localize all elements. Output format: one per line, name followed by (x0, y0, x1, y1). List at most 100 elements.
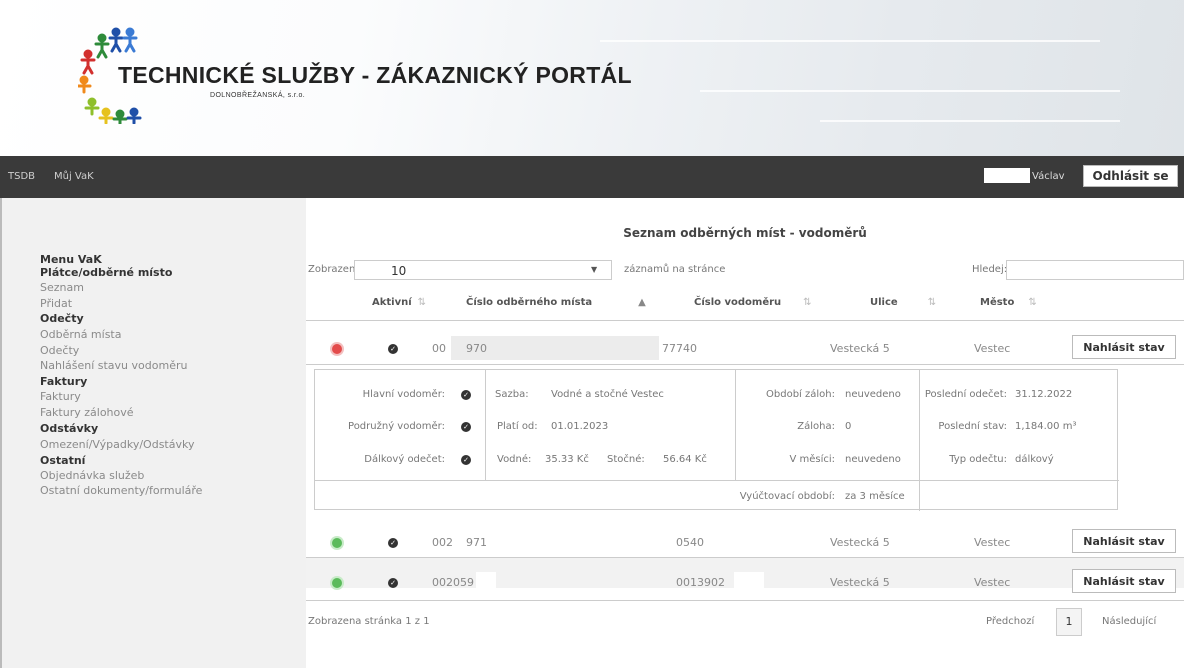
deposit-period-value: neuvedeno (845, 389, 901, 400)
sort-icon: ⇅ (417, 297, 427, 308)
reading-type-value: dálkový (1015, 454, 1054, 465)
last-reading-label: Poslední odečet: (924, 389, 1007, 400)
water-value: 35.33 Kč (545, 454, 589, 465)
user-name: Václav (1032, 171, 1065, 182)
column-header-cislo-mista[interactable]: Číslo odběrného místa ▲ (466, 297, 646, 308)
column-header-label: Ulice (870, 297, 898, 308)
search-input[interactable] (1006, 260, 1184, 280)
redaction-mask (896, 532, 920, 550)
billing-period-label: Vyúčtovací období: (739, 491, 835, 502)
report-state-button[interactable]: Nahlásit stav (1072, 529, 1176, 553)
sort-asc-icon: ▲ (638, 297, 646, 308)
column-header-label: Aktivní (372, 297, 412, 308)
sort-icon: ⇅ (1028, 297, 1037, 308)
sidebar-item-omezeni[interactable]: Omezení/Výpadky/Odstávky (40, 438, 194, 451)
billing-period-value: za 3 měsíce (845, 491, 905, 502)
detail-divider (315, 480, 1119, 481)
rate-value: Vodné a stočné Vestec (551, 389, 664, 400)
chevron-down-icon: ▼ (591, 265, 598, 274)
page-length-value: 10 (391, 264, 407, 278)
sort-icon: ⇅ (927, 297, 937, 308)
deposit-period-label: Období záloh: (766, 389, 835, 400)
sidebar-item-nahlaseni-stavu[interactable]: Nahlášení stavu vodoměru (40, 359, 187, 372)
user-name-redacted (984, 168, 1030, 183)
id-prefix: 00 (432, 342, 446, 355)
meter-number: 77740 (662, 342, 697, 355)
inactive-status-icon (332, 344, 342, 354)
sub-meter-label: Podružný vodoměr: (348, 421, 445, 432)
detail-divider (919, 370, 920, 511)
sewage-value: 56.64 Kč (663, 454, 707, 465)
sidebar-section-payer: Plátce/odběrné místo (40, 266, 173, 279)
active-status-icon (332, 538, 342, 548)
sidebar-item-ostatni-dokumenty[interactable]: Ostatní dokumenty/formuláře (40, 484, 202, 497)
meter-detail-panel: Hlavní vodoměr: ✓ Podružný vodoměr: ✓ Dá… (314, 369, 1119, 511)
sidebar: Menu VaK Plátce/odběrné místo Seznam Při… (2, 198, 306, 668)
id-prefix: 002059 (432, 576, 474, 589)
sidebar-section-faktury: Faktury (40, 375, 88, 388)
last-reading-value: 31.12.2022 (1015, 389, 1073, 400)
meter-number: 0013902 (676, 576, 725, 589)
banner-streak (700, 90, 1120, 92)
sidebar-item-faktury[interactable]: Faktury (40, 390, 81, 403)
id-suffix: 971 (466, 536, 487, 549)
sidebar-section-odecty: Odečty (40, 312, 84, 325)
meter-number: 0540 (676, 536, 704, 549)
length-suffix: záznamů na stránce (624, 264, 726, 275)
sidebar-item-faktury-zalohove[interactable]: Faktury zálohové (40, 406, 134, 419)
check-icon: ✓ (388, 578, 398, 588)
sidebar-item-pridat[interactable]: Přidat (40, 297, 72, 310)
city: Vestec (974, 576, 1011, 589)
detail-divider (735, 370, 736, 480)
sidebar-item-seznam[interactable]: Seznam (40, 281, 84, 294)
column-header-label: Číslo vodoměru (694, 297, 782, 308)
month-value: neuvedeno (845, 454, 901, 465)
redaction-mask (734, 572, 764, 590)
logout-button[interactable]: Odhlásit se (1083, 165, 1178, 187)
header-banner: TECHNICKÉ SLUŽBY - ZÁKAZNICKÝ PORTÁL DOL… (0, 0, 1184, 156)
last-state-label: Poslední stav: (938, 421, 1007, 432)
redaction-mask (900, 338, 920, 356)
city: Vestec (974, 342, 1011, 355)
page-length-select[interactable]: 10 ▼ (354, 260, 612, 280)
column-header-mesto[interactable]: Město ⇅ (980, 297, 1037, 308)
detail-divider (485, 370, 486, 480)
check-icon: ✓ (461, 455, 471, 465)
column-header-cislo-vodomeru[interactable]: Číslo vodoměru ⇅ (694, 297, 812, 308)
sidebar-menu-title: Menu VaK (40, 253, 102, 266)
column-header-ulice[interactable]: Ulice ⇅ (870, 297, 936, 308)
check-icon: ✓ (461, 422, 471, 432)
reading-type-label: Typ odečtu: (949, 454, 1007, 465)
check-icon: ✓ (388, 344, 398, 354)
banner-streak (820, 120, 1120, 122)
sewage-label: Stočné: (607, 454, 645, 465)
column-header-label: Město (980, 297, 1015, 308)
sidebar-item-objednavka-sluzeb[interactable]: Objednávka služeb (40, 469, 144, 482)
brand-subtitle: DOLNOBŘEŽANSKÁ, s.r.o. (210, 92, 306, 99)
sidebar-item-odecty[interactable]: Odečty (40, 344, 79, 357)
month-label: V měsíci: (789, 454, 835, 465)
id-prefix: 002 (432, 536, 453, 549)
report-state-button[interactable]: Nahlásit stav (1072, 569, 1176, 593)
nav-item-tsdb[interactable]: TSDB (8, 171, 35, 182)
column-header-label: Číslo odběrného místa (466, 297, 593, 308)
report-state-button[interactable]: Nahlásit stav (1072, 335, 1176, 359)
top-navbar: TSDB Můj VaK Václav Odhlásit se (0, 156, 1184, 198)
active-status-icon (332, 578, 342, 588)
check-icon: ✓ (388, 538, 398, 548)
nav-item-muj-vak[interactable]: Můj VaK (54, 171, 94, 182)
rate-label: Sazba: (495, 389, 529, 400)
page-1-button[interactable]: 1 (1056, 608, 1082, 636)
sidebar-item-odberna-mista[interactable]: Odběrná místa (40, 328, 122, 341)
next-page-link[interactable]: Následující (1102, 616, 1156, 627)
previous-page-link[interactable]: Předchozí (986, 616, 1034, 627)
redaction-mask (476, 572, 496, 590)
id-suffix: 970 (466, 342, 487, 355)
remote-reading-label: Dálkový odečet: (364, 454, 445, 465)
street: Vestecká 5 (830, 342, 890, 355)
last-state-value: 1,184.00 m³ (1015, 421, 1077, 432)
column-header-aktivni[interactable]: Aktivní ⇅ (372, 297, 426, 308)
street: Vestecká 5 (830, 536, 890, 549)
check-icon: ✓ (461, 390, 471, 400)
row-divider (306, 364, 1184, 365)
